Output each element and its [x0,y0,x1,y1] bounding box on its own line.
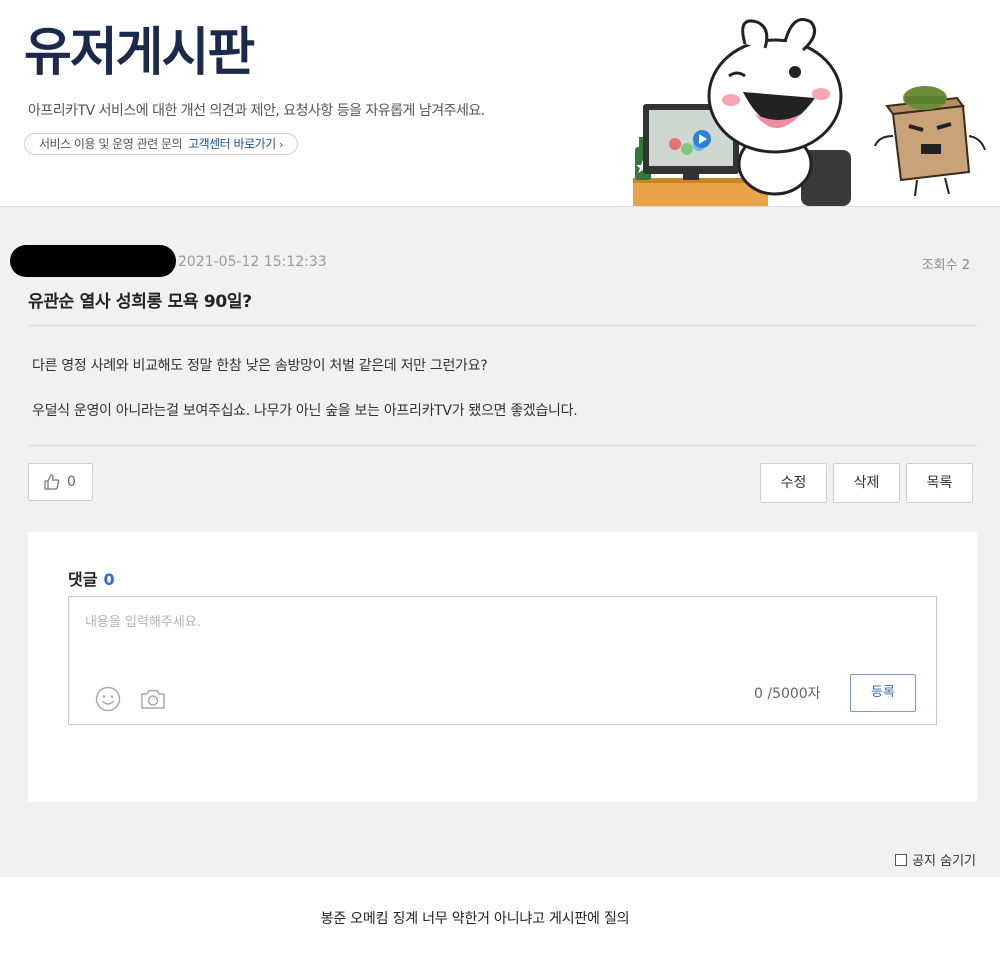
comment-submit-button[interactable]: 등록 [850,674,916,712]
hide-notice-checkbox[interactable] [895,853,908,866]
post-body-paragraph: 우덜식 운영이 아니라는걸 보여주십쇼. 나무가 아닌 숲을 보는 아프리카TV… [32,403,578,419]
post-body-paragraph: 다른 영정 사례와 비교해도 정말 한참 낮은 솜방망이 처벌 같은데 저만 그… [32,358,488,374]
emoji-icon[interactable] [95,686,121,712]
like-count: 0 [67,474,76,490]
view-count: 조회수 2 [921,258,970,273]
comment-section: 댓글 0 0 /5000자 등록 [28,532,977,802]
hide-notice-label: 공지 숨기기 [912,854,976,869]
comment-input[interactable] [79,607,931,655]
post-title: 유관순 열사 성희롱 모욕 90일? [28,292,252,312]
comment-count: 0 [103,570,115,589]
redacted-author-name [10,245,176,277]
hide-notice-toggle[interactable]: 공지 숨기기 [895,850,976,869]
like-button[interactable]: 0 [28,463,93,501]
post-view-area: 2021-05-12 15:12:33 조회수 2 유관순 열사 성희롱 모욕 … [0,207,1000,877]
title-divider [28,325,977,326]
customer-center-text: 서비스 이용 및 운영 관련 문의 [39,137,183,151]
customer-center-link[interactable]: 서비스 이용 및 운영 관련 문의 고객센터 바로가기 › [24,133,298,155]
body-divider [28,445,977,446]
comment-heading-label: 댓글 [68,570,98,589]
delete-button[interactable]: 삭제 [833,463,900,503]
chevron-right-icon: › [279,138,283,151]
image-caption: 봉준 오메킴 징계 너무 약한거 아니냐고 게시판에 질의 [320,911,630,927]
camera-icon[interactable] [139,686,167,712]
comment-editor: 0 /5000자 등록 [68,596,937,725]
post-date: 2021-05-12 15:12:33 [178,254,327,270]
mascot-illustration [633,18,986,206]
list-button[interactable]: 목록 [906,463,973,503]
edit-button[interactable]: 수정 [760,463,827,503]
thumbs-up-icon [44,474,60,490]
comment-heading: 댓글 0 [68,566,115,590]
character-counter: 0 /5000자 [754,686,821,702]
board-description: 아프리카TV 서비스에 대한 개선 의견과 제안, 요청사항 등을 자유롭게 남… [28,103,485,119]
board-title: 유저게시판 [24,23,255,83]
board-header: 유저게시판 아프리카TV 서비스에 대한 개선 의견과 제안, 요청사항 등을 … [0,0,1000,207]
customer-center-link-label: 고객센터 바로가기 [188,137,276,151]
